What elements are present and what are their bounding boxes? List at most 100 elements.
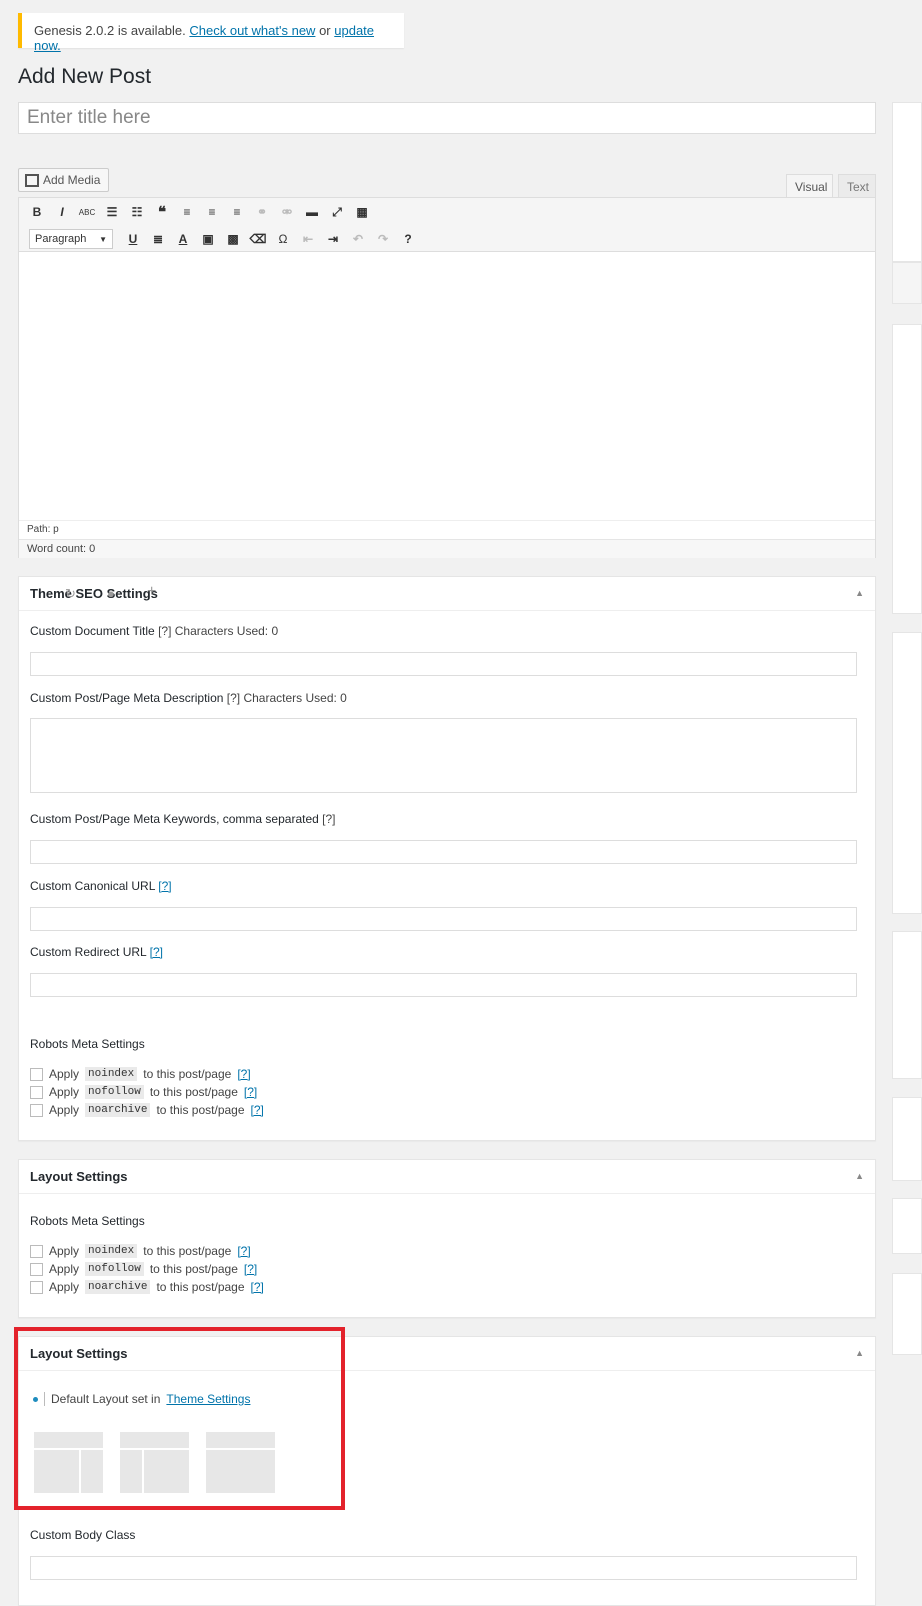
robots-noindex-row: Apply noindex to this post/page [?] <box>30 1067 251 1081</box>
doc-title-label: Custom Document Title [?] Characters Use… <box>30 624 279 638</box>
layout-box-1-title: Layout Settings <box>30 1169 128 1184</box>
meta-desc-label: Custom Post/Page Meta Description [?] Ch… <box>30 691 347 705</box>
align-center-icon[interactable]: ≡ <box>204 204 220 220</box>
title-placeholder: Enter title here <box>27 107 151 128</box>
sidebar-box-tags <box>892 931 922 1079</box>
sidebar-box-extra-2 <box>892 1273 922 1355</box>
strikethrough-icon[interactable]: ABC <box>79 204 95 220</box>
fullscreen-icon[interactable]: ⤢ <box>329 204 345 220</box>
layout-settings-box-1: Layout Settings ▲ Robots Meta Settings A… <box>18 1159 876 1318</box>
seo-settings-box: Theme SEO Settings ↻ ● + ▲ Custom Docume… <box>18 576 876 1141</box>
format-select-value: Paragraph <box>35 233 87 245</box>
canonical-help-link[interactable]: [?] <box>158 879 171 893</box>
seo-box-title: Theme SEO Settings <box>30 586 158 601</box>
numbered-list-icon[interactable]: ☷ <box>129 204 145 220</box>
meta-keywords-label: Custom Post/Page Meta Keywords, comma se… <box>30 812 336 826</box>
sidebar-box-footer <box>892 262 922 304</box>
text-color-icon[interactable]: A <box>175 231 191 247</box>
meta-keywords-input[interactable] <box>30 840 857 864</box>
layout-noindex-help-link[interactable]: [?] <box>237 1244 250 1258</box>
sidebar-box-categories <box>892 632 922 914</box>
layout-nofollow-checkbox[interactable] <box>30 1262 43 1276</box>
indent-icon[interactable]: ⇥ <box>325 231 341 247</box>
tab-text[interactable]: Text <box>838 174 876 198</box>
tab-visual[interactable]: Visual <box>786 174 833 198</box>
undo-icon[interactable]: ↶ <box>350 231 366 247</box>
robots-nofollow-row: Apply nofollow to this post/page [?] <box>30 1085 257 1099</box>
help-icon[interactable]: ? <box>400 231 416 247</box>
comment-icon: ● <box>107 586 115 601</box>
layout-noindex-checkbox[interactable] <box>30 1244 43 1258</box>
page-title: Add New Post <box>18 65 152 88</box>
media-icon <box>25 173 39 187</box>
editor-path: Path: p <box>19 520 875 539</box>
layout-robots-nofollow-row: Apply nofollow to this post/page [?] <box>30 1262 257 1276</box>
layout-box-1-header[interactable]: Layout Settings ▲ <box>19 1160 875 1194</box>
nofollow-help-link[interactable]: [?] <box>244 1085 257 1099</box>
sidebar-box-publish <box>892 102 922 262</box>
sidebar-box-format <box>892 324 922 614</box>
link-icon[interactable]: ⚭ <box>254 204 270 220</box>
redirect-help-link[interactable]: [?] <box>150 945 163 959</box>
collapse-arrow-icon[interactable]: ▲ <box>855 1348 864 1358</box>
format-select[interactable]: Paragraph ▼ <box>29 229 113 249</box>
align-left-icon[interactable]: ≡ <box>179 204 195 220</box>
notice-text: Genesis 2.0.2 is available. <box>34 23 186 38</box>
seo-box-header[interactable]: Theme SEO Settings ↻ ● + ▲ <box>19 577 875 611</box>
add-media-button[interactable]: Add Media <box>18 168 109 192</box>
add-media-label: Add Media <box>43 173 101 187</box>
special-character-icon[interactable]: Ω <box>275 231 291 247</box>
canonical-input[interactable] <box>30 907 857 931</box>
refresh-icon: ↻ <box>65 586 76 601</box>
whats-new-link[interactable]: Check out what's new <box>189 23 315 38</box>
notice-or: or <box>319 23 331 38</box>
read-more-icon[interactable]: ▬ <box>304 204 320 220</box>
redirect-input[interactable] <box>30 973 857 997</box>
layout-robots-noindex-row: Apply noindex to this post/page [?] <box>30 1244 251 1258</box>
editor-toolbar: B I ABC ☰ ☷ ❝ ≡ ≡ ≡ ⚭ ⚮ ▬ ⤢ ▦ Paragraph … <box>19 198 875 252</box>
layout-noarchive-checkbox[interactable] <box>30 1280 43 1294</box>
highlight-box <box>14 1327 345 1510</box>
layout-robots-heading: Robots Meta Settings <box>30 1214 145 1228</box>
clear-formatting-icon[interactable]: ⌫ <box>250 231 267 247</box>
noarchive-checkbox[interactable] <box>30 1103 43 1117</box>
nofollow-checkbox[interactable] <box>30 1085 43 1099</box>
plus-icon: + <box>147 583 157 600</box>
paste-word-icon[interactable]: ▩ <box>225 231 241 247</box>
underline-icon[interactable]: U <box>125 231 141 247</box>
canonical-label: Custom Canonical URL [?] <box>30 879 172 893</box>
custom-body-class-label: Custom Body Class <box>30 1528 136 1542</box>
sidebar-box-image <box>892 1097 922 1181</box>
custom-body-class-input[interactable] <box>30 1556 857 1580</box>
toolbar-toggle-icon[interactable]: ▦ <box>354 204 370 220</box>
sidebar-box-extra <box>892 1198 922 1254</box>
post-editor: B I ABC ☰ ☷ ❝ ≡ ≡ ≡ ⚭ ⚮ ▬ ⤢ ▦ Paragraph … <box>18 197 876 558</box>
justify-icon[interactable]: ≣ <box>150 231 166 247</box>
layout-robots-noarchive-row: Apply noarchive to this post/page [?] <box>30 1280 264 1294</box>
noarchive-help-link[interactable]: [?] <box>251 1103 264 1117</box>
italic-icon[interactable]: I <box>54 204 70 220</box>
word-count: Word count: 0 <box>19 539 875 558</box>
bullet-list-icon[interactable]: ☰ <box>104 204 120 220</box>
dropdown-arrow-icon: ▼ <box>99 234 107 244</box>
robots-noarchive-row: Apply noarchive to this post/page [?] <box>30 1103 264 1117</box>
align-right-icon[interactable]: ≡ <box>229 204 245 220</box>
noindex-checkbox[interactable] <box>30 1067 43 1081</box>
blockquote-icon[interactable]: ❝ <box>154 204 170 221</box>
redirect-label: Custom Redirect URL [?] <box>30 945 163 959</box>
post-title-input[interactable]: Enter title here <box>18 102 876 134</box>
layout-noarchive-help-link[interactable]: [?] <box>251 1280 264 1294</box>
robots-heading: Robots Meta Settings <box>30 1037 145 1051</box>
redo-icon[interactable]: ↷ <box>375 231 391 247</box>
meta-desc-textarea[interactable] <box>30 718 857 793</box>
doc-title-input[interactable] <box>30 652 857 676</box>
paste-text-icon[interactable]: ▣ <box>200 231 216 247</box>
outdent-icon[interactable]: ⇤ <box>300 231 316 247</box>
update-notice: Genesis 2.0.2 is available. Check out wh… <box>18 13 404 53</box>
noindex-help-link[interactable]: [?] <box>237 1067 250 1081</box>
bold-icon[interactable]: B <box>29 204 45 220</box>
unlink-icon[interactable]: ⚮ <box>279 204 295 220</box>
collapse-arrow-icon[interactable]: ▲ <box>855 588 864 598</box>
collapse-arrow-icon[interactable]: ▲ <box>855 1171 864 1181</box>
layout-nofollow-help-link[interactable]: [?] <box>244 1262 257 1276</box>
